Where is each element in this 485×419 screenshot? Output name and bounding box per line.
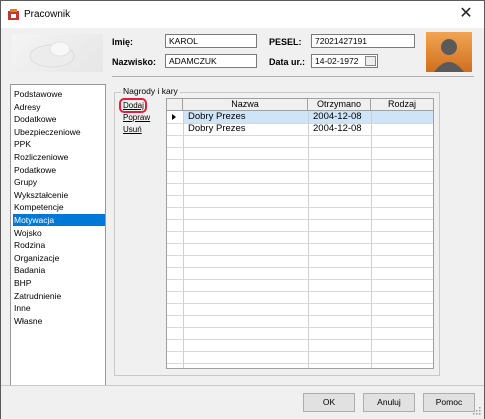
edit-link[interactable]: Popraw	[123, 113, 150, 122]
cancel-button[interactable]: Anuluj	[363, 393, 415, 412]
grid-row-line	[167, 243, 433, 244]
sidebar-item[interactable]: Ubezpieczeniowe	[13, 126, 105, 138]
grid-row-line	[167, 363, 433, 364]
nazwisko-field[interactable]: ADAMCZUK	[165, 54, 257, 68]
grid-row-line	[167, 351, 433, 352]
pesel-label: PESEL:	[269, 37, 302, 47]
ok-button[interactable]: OK	[303, 393, 355, 412]
sidebar-item[interactable]: Podatkowe	[13, 164, 105, 176]
employee-window: Pracownik ✕ Imię: KAROL Nazwisko: ADAMCZ…	[0, 0, 485, 419]
birth-date-value: 14-02-1972	[315, 56, 359, 66]
add-highlight-ring	[119, 98, 147, 113]
grid-row-line	[167, 291, 433, 292]
sidebar-item[interactable]: Własne	[13, 315, 105, 327]
grid-row-line	[167, 327, 433, 328]
imie-field[interactable]: KAROL	[165, 34, 257, 48]
grid-row-line	[167, 207, 433, 208]
grid-row-line	[167, 147, 433, 148]
sidebar-item[interactable]: Wykształcenie	[13, 189, 105, 201]
table-cell-otrzymano[interactable]: 2004-12-08	[313, 111, 362, 123]
calendar-icon[interactable]	[365, 56, 376, 66]
column-header-rodzaj[interactable]: Rodzaj	[371, 99, 433, 111]
sidebar-item[interactable]: BHP	[13, 277, 105, 289]
pesel-field[interactable]: 72021427191	[311, 34, 415, 48]
grid-row-line	[167, 315, 433, 316]
grid-row-line	[167, 123, 433, 124]
grid-column-line	[308, 111, 309, 368]
grid-row-line	[167, 195, 433, 196]
birth-date-field[interactable]: 14-02-1972	[311, 54, 378, 68]
header-divider	[112, 76, 474, 77]
app-icon	[8, 9, 19, 20]
sidebar-item[interactable]: Kompetencje	[13, 201, 105, 213]
photo-placeholder	[12, 34, 103, 72]
grid-column-line	[183, 111, 184, 368]
column-header-nazwa[interactable]: Nazwa	[183, 99, 308, 111]
sidebar-list[interactable]: Podstawowe Adresy Dodatkowe Ubezpieczeniowe…	[10, 84, 106, 406]
nazwisko-label: Nazwisko:	[112, 57, 157, 67]
data-ur-label: Data ur.:	[269, 57, 306, 67]
grid-row-line	[167, 135, 433, 136]
title-bar: Pracownik ✕	[1, 1, 484, 28]
grid-row-line	[167, 219, 433, 220]
sidebar-item[interactable]: Wojsko	[13, 227, 105, 239]
delete-link[interactable]: Usuń	[123, 125, 142, 134]
column-header-otrzymano[interactable]: Otrzymano	[308, 99, 371, 111]
table-cell-nazwa[interactable]: Dobry Prezes	[188, 111, 246, 123]
sidebar-item[interactable]: Grupy	[13, 176, 105, 188]
sidebar-item[interactable]: Zatrudnienie	[13, 290, 105, 302]
sidebar-item[interactable]: PPK	[13, 138, 105, 150]
grid-row-line	[167, 339, 433, 340]
imie-label: Imię:	[112, 37, 134, 47]
table-cell-nazwa[interactable]: Dobry Prezes	[188, 123, 246, 135]
sidebar-item[interactable]: Motywacja	[13, 214, 105, 226]
sidebar-item[interactable]: Organizacje	[13, 252, 105, 264]
grid-row-line	[167, 159, 433, 160]
grid-column-line	[371, 111, 372, 368]
sidebar-item[interactable]: Podstawowe	[13, 88, 105, 100]
grid-row-line	[167, 171, 433, 172]
sidebar-item[interactable]: Inne	[13, 302, 105, 314]
sidebar-item[interactable]: Badania	[13, 264, 105, 276]
grid-row-line	[167, 255, 433, 256]
sidebar-item[interactable]: Rozliczeniowe	[13, 151, 105, 163]
resize-grip-icon[interactable]	[472, 406, 481, 415]
table-cell-otrzymano[interactable]: 2004-12-08	[313, 123, 362, 135]
grid-row-line	[167, 183, 433, 184]
close-icon[interactable]: ✕	[456, 5, 476, 23]
awards-table[interactable]: Nazwa Otrzymano Rodzaj Dobry Prezes 2004…	[166, 98, 434, 369]
help-button[interactable]: Pomoc	[423, 393, 475, 412]
row-indicator-icon	[172, 114, 176, 120]
grid-row-line	[167, 303, 433, 304]
sidebar-item[interactable]: Adresy	[13, 101, 105, 113]
grid-row-line	[167, 267, 433, 268]
row-header-corner	[167, 99, 183, 111]
window-title: Pracownik	[24, 9, 71, 20]
sidebar-item[interactable]: Rodzina	[13, 239, 105, 251]
user-avatar-icon	[426, 32, 472, 72]
grid-row-line	[167, 279, 433, 280]
group-title: Nagrody i kary	[121, 86, 180, 96]
grid-row-line	[167, 231, 433, 232]
sidebar-item[interactable]: Dodatkowe	[13, 113, 105, 125]
